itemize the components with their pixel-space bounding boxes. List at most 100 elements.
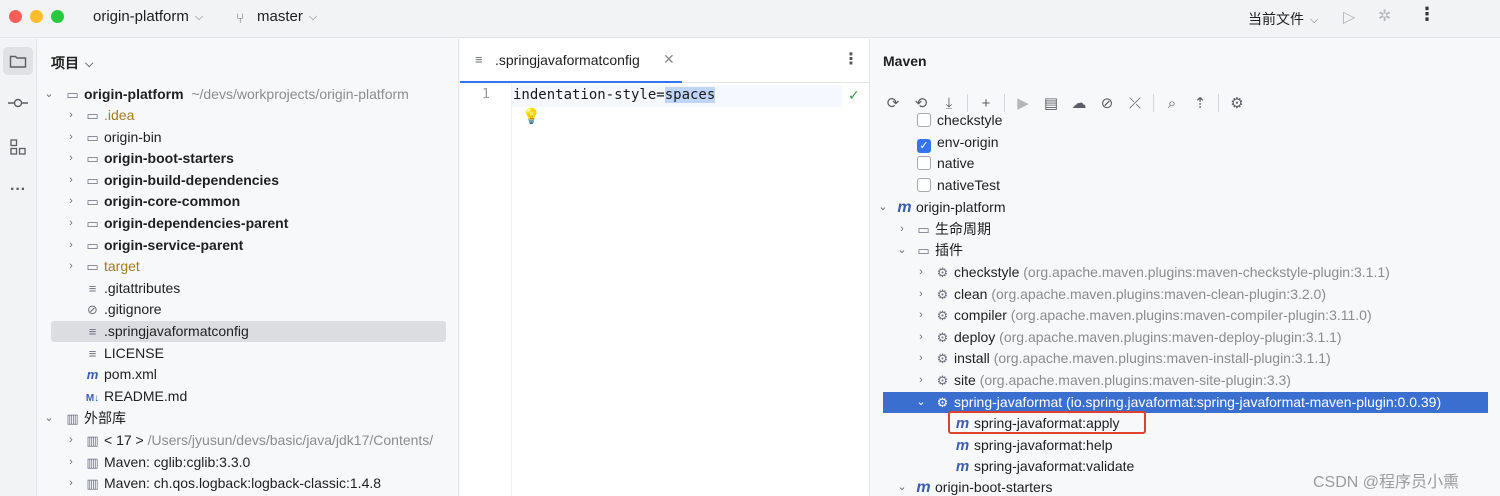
more-icon[interactable]: ⋮ [1418,4,1436,25]
expand-arrow-icon[interactable]: › [64,452,78,473]
maven-plugins[interactable]: ⌄ ▭ 插件 [895,240,963,261]
maven-plugin[interactable]: › ⚙ deploy (org.apache.maven.plugins:maven… [914,327,1341,348]
close-icon[interactable]: ✕ [663,51,675,68]
project-panel-title[interactable]: 项目 ⌵ [51,53,93,73]
offline-icon[interactable]: ☁ [1065,94,1093,112]
profile-checkbox[interactable] [917,113,931,127]
execute-goal-icon[interactable]: ▤ [1037,94,1065,112]
project-tree-item[interactable]: › ▭ origin-dependencies-parent [64,213,288,234]
collapse-icon[interactable]: ⤫ [1121,95,1149,112]
collapse-all-icon[interactable]: ⇡ [1186,94,1214,112]
run-icon[interactable]: ▷ [1343,7,1355,27]
expand-arrow-icon[interactable]: › [914,262,928,283]
profile-checkbox[interactable] [917,177,931,192]
check-icon[interactable]: ✓ [848,87,860,104]
library-item[interactable]: › ▥ < 17 > /Users/jyusun/devs/basic/java/j… [64,430,433,451]
maven-profile[interactable]: checkstyle [917,110,1002,131]
zoom-window-button[interactable] [51,10,64,23]
maven-icon: m [916,479,931,496]
maven-profile[interactable]: native [917,153,974,174]
project-tree-item[interactable]: ⊘ .gitignore [64,299,162,320]
expand-arrow-icon[interactable]: ⌄ [914,392,928,413]
run-icon[interactable]: ▶ [1009,94,1037,112]
maven-goal[interactable]: m spring-javaformat:validate [954,456,1134,477]
expand-arrow-icon[interactable]: ⌄ [42,84,56,105]
project-tree-item[interactable]: › ▭ origin-build-dependencies [64,170,279,191]
expand-arrow-icon[interactable]: ⌄ [876,197,890,218]
project-tree-item[interactable]: ≡ .springjavaformatconfig [51,321,446,342]
tree-root[interactable]: ⌄ ▭ origin-platform ~/devs/workprojects/o… [42,84,408,105]
lightbulb-icon[interactable]: 💡 [522,107,541,125]
maven-lifecycle[interactable]: › ▭ 生命周期 [895,219,991,240]
project-tree-item[interactable]: › ▭ origin-boot-starters [64,148,234,169]
code-line[interactable]: indentation-style=spaces [513,87,716,103]
reload-icon[interactable]: ⟳ [879,94,907,112]
project-switcher[interactable]: origin-platform ⌵ [93,8,203,25]
expand-arrow-icon[interactable]: › [64,127,78,148]
maven-plugin[interactable]: ⌄ ⚙ spring-javaformat (io.spring.javaforma… [883,391,1488,413]
download-icon[interactable]: ⤓ [935,95,963,112]
project-tool-icon[interactable] [3,47,33,75]
expand-arrow-icon[interactable]: ⌄ [895,477,909,496]
project-tree-item-label: origin-core-common [104,193,241,210]
library-item[interactable]: › ▥ Maven: cglib:cglib:3.3.0 [64,452,250,473]
maven-plugin[interactable]: › ⚙ compiler (org.apache.maven.plugins:mav… [914,305,1371,326]
external-libraries-label: 外部库 [84,410,126,426]
maven-goal[interactable]: m spring-javaformat:help [954,435,1113,456]
project-tree-item[interactable]: ≡ LICENSE [64,343,164,364]
maven-project[interactable]: ⌄ m origin-platform [876,197,1005,218]
expand-arrow-icon[interactable]: ⌄ [895,240,909,261]
close-window-button[interactable] [9,10,22,23]
expand-arrow-icon[interactable]: › [64,256,78,277]
project-tree-item[interactable]: M↓ README.md [64,386,187,407]
commit-tool-icon[interactable] [3,89,33,117]
expand-arrow-icon[interactable]: › [64,430,78,451]
expand-arrow-icon[interactable]: › [914,327,928,348]
settings-icon[interactable]: ⚙ [1223,94,1251,112]
project-tree-item[interactable]: ≡ .gitattributes [64,278,181,299]
expand-arrow-icon[interactable]: ⌄ [42,408,56,429]
expand-arrow-icon[interactable]: › [64,191,78,212]
maven-plugin[interactable]: › ⚙ site (org.apache.maven.plugins:maven-s… [914,370,1291,391]
maven-profile[interactable]: nativeTest [917,175,1000,196]
library-item[interactable]: › ▥ Maven: ch.qos.logback:logback-classic:… [64,473,381,494]
skip-tests-icon[interactable]: ⊘ [1093,94,1121,112]
expand-arrow-icon[interactable]: › [64,473,78,494]
expand-arrow-icon[interactable]: › [64,148,78,169]
expand-arrow-icon[interactable]: › [64,235,78,256]
expand-arrow-icon[interactable]: › [64,213,78,234]
more-icon[interactable]: ⋮ [843,49,859,69]
analyze-dependencies-icon[interactable]: ⌕ [1158,95,1186,112]
profile-checkbox[interactable] [917,156,931,171]
run-config-selector[interactable]: 当前文件 ⌵ [1248,9,1318,29]
project-tree-item[interactable]: › ▭ .idea [64,105,134,126]
maven-profile[interactable]: ✓ env-origin [917,132,998,153]
structure-tool-icon[interactable] [3,133,33,161]
maven-plugin[interactable]: › ⚙ clean (org.apache.maven.plugins:maven-… [914,284,1326,305]
expand-arrow-icon[interactable]: › [895,219,909,240]
expand-arrow-icon[interactable]: › [914,348,928,369]
debug-icon[interactable]: ✲ [1378,6,1391,26]
project-tree-item[interactable]: m pom.xml [64,364,157,385]
profile-checkbox[interactable]: ✓ [917,138,931,153]
module-folder-icon: ▭ [86,172,99,188]
editor-tab[interactable]: ≡ .springjavaformatconfig ✕ [460,39,682,83]
maven-plugin[interactable]: › ⚙ install (org.apache.maven.plugins:mave… [914,348,1331,369]
add-icon[interactable]: + [972,95,1000,112]
expand-arrow-icon[interactable]: › [64,170,78,191]
project-tree-item[interactable]: › ▭ target [64,256,140,277]
branch-switcher[interactable]: master ⌵ [257,8,317,25]
maven-plugin[interactable]: › ⚙ checkstyle (org.apache.maven.plugins:m… [914,262,1390,283]
external-libraries[interactable]: ⌄ ▥ 外部库 [42,408,126,429]
project-tree-item[interactable]: › ▭ origin-core-common [64,191,240,212]
more-tools-icon[interactable]: ··· [3,176,33,204]
expand-arrow-icon[interactable]: › [914,370,928,391]
expand-arrow-icon[interactable]: › [64,105,78,126]
plugin-artifact: (org.apache.maven.plugins:maven-site-plu… [979,372,1291,388]
project-tree-item[interactable]: › ▭ origin-service-parent [64,235,243,256]
minimize-window-button[interactable] [30,10,43,23]
expand-arrow-icon[interactable]: › [914,284,928,305]
maven-project[interactable]: ⌄ m origin-boot-starters [895,477,1052,496]
expand-arrow-icon[interactable]: › [914,305,928,326]
project-tree-item[interactable]: › ▭ origin-bin [64,127,161,148]
